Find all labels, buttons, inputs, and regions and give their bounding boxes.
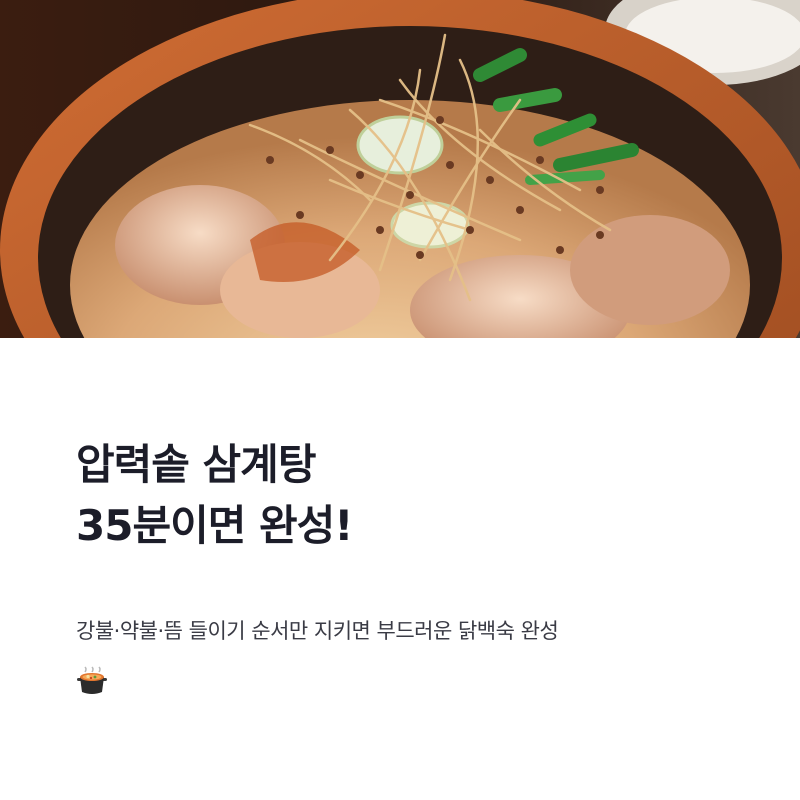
recipe-title: 압력솥 삼계탕 35분이면 완성!	[76, 434, 353, 556]
hero-photo	[0, 0, 800, 338]
recipe-title-line-2: 35분이면 완성!	[76, 501, 353, 550]
card-text-area: 압력솥 삼계탕 35분이면 완성! 강불·약불·뜸 들이기 순서만 지키면 부드…	[0, 338, 800, 800]
recipe-title-line-1: 압력솥 삼계탕	[76, 440, 316, 489]
stew-pot-icon	[77, 666, 107, 694]
recipe-subtitle: 강불·약불·뜸 들이기 순서만 지키면 부드러운 닭백숙 완성	[76, 619, 559, 643]
samgyetang-bowl-illustration	[0, 0, 800, 338]
recipe-card: 압력솥 삼계탕 35분이면 완성! 강불·약불·뜸 들이기 순서만 지키면 부드…	[0, 0, 800, 800]
